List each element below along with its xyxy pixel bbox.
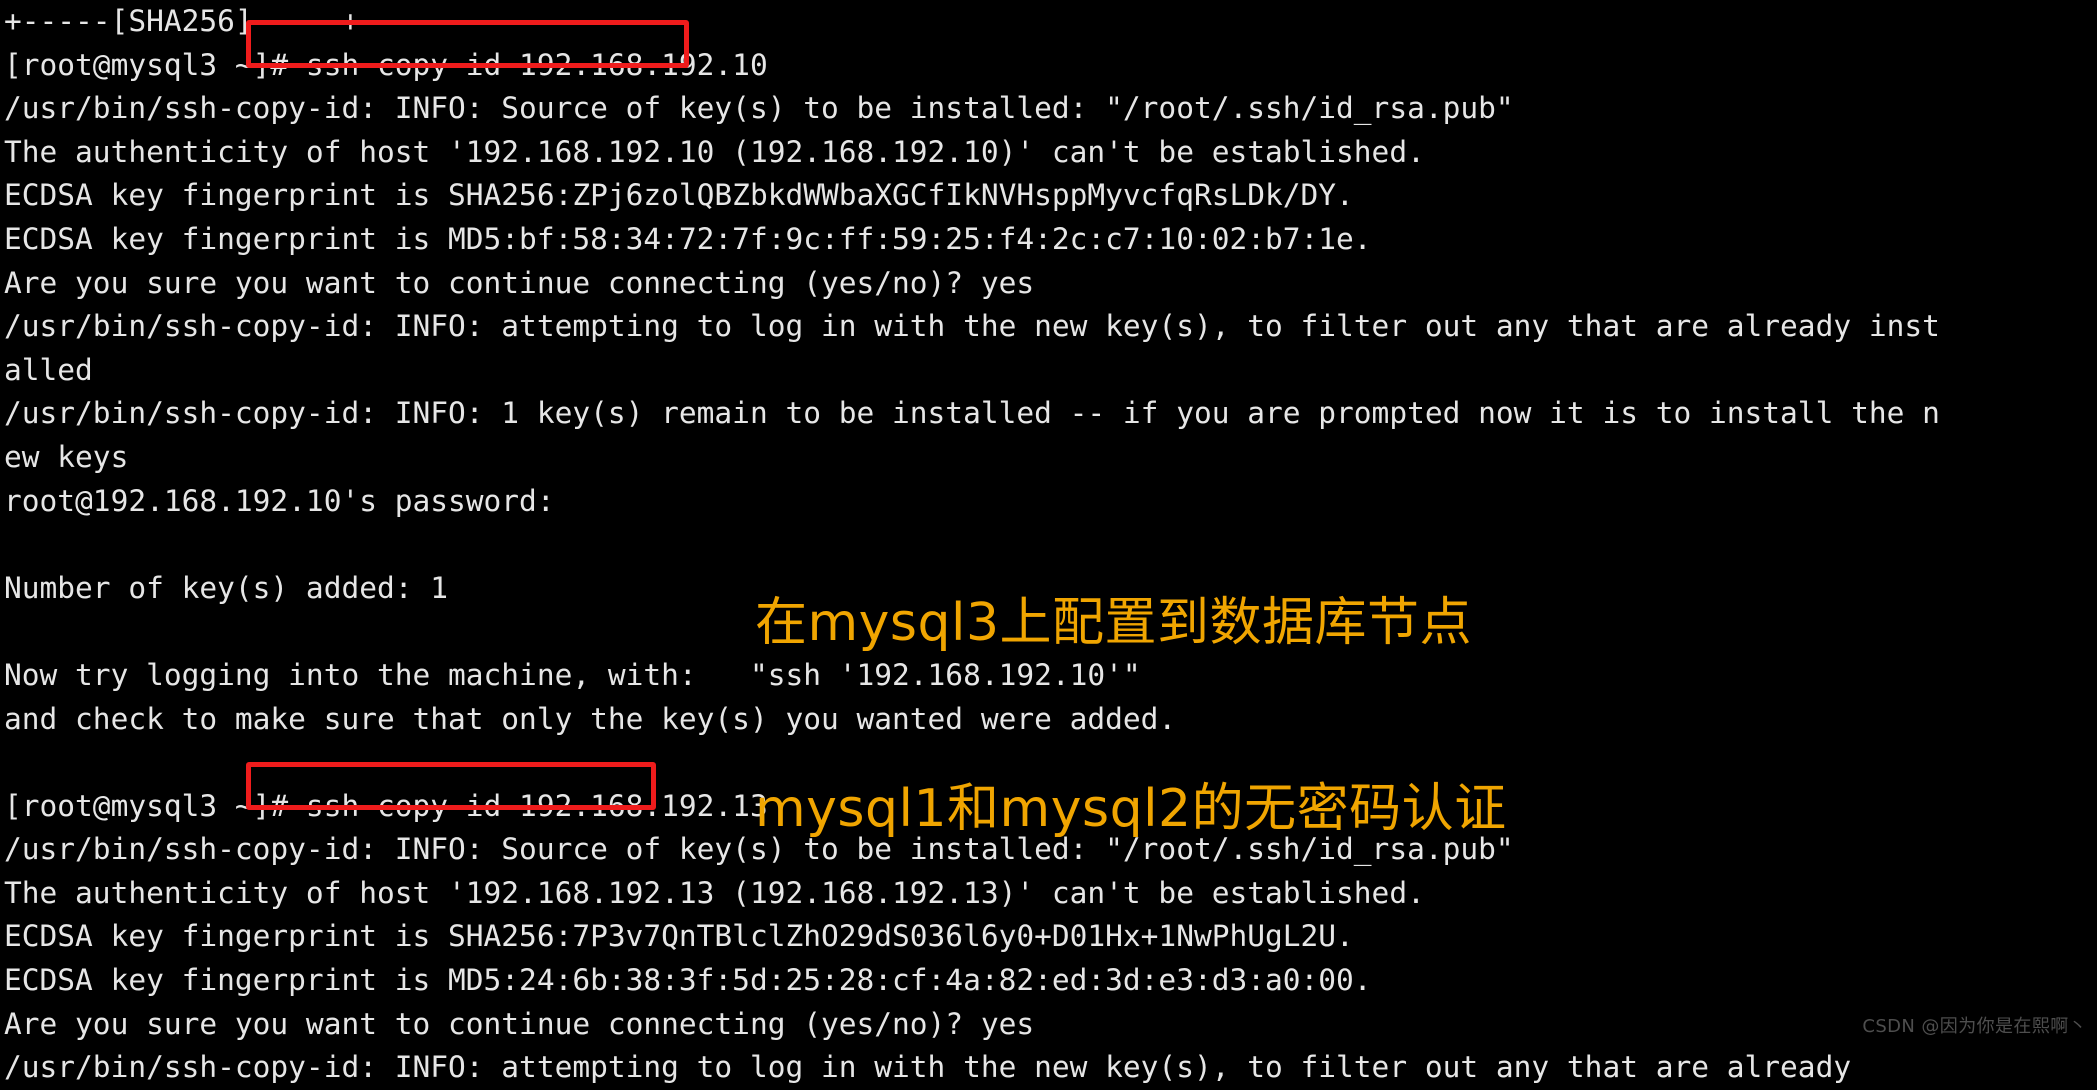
terminal-line: /usr/bin/ssh-copy-id: INFO: attempting t… xyxy=(4,1050,1852,1085)
terminal-line: ECDSA key fingerprint is SHA256:ZPj6zolQ… xyxy=(4,178,1354,213)
terminal-line: [root@mysql3 ~]# ssh-copy-id 192.168.192… xyxy=(4,47,768,82)
terminal-line: /usr/bin/ssh-copy-id: INFO: Source of ke… xyxy=(4,91,1514,126)
terminal-line: Are you sure you want to continue connec… xyxy=(4,265,1035,300)
annotation-line-2: mysql1和mysql2的无密码认证 xyxy=(755,779,1507,839)
terminal-line: +-----[SHA256]-----+ xyxy=(4,4,360,38)
annotation-overlay: 在mysql3上配置到数据库节点 mysql1和mysql2的无密码认证 xyxy=(755,468,1507,902)
terminal-line: alled xyxy=(4,352,93,387)
csdn-watermark: CSDN @因为你是在熙啊丶 xyxy=(1862,1016,2087,1037)
annotation-line-1: 在mysql3上配置到数据库节点 xyxy=(755,593,1473,653)
terminal-line: ECDSA key fingerprint is MD5:24:6b:38:3f… xyxy=(4,963,1372,998)
terminal-line: ECDSA key fingerprint is MD5:bf:58:34:72… xyxy=(4,221,1372,256)
terminal-line: /usr/bin/ssh-copy-id: INFO: attempting t… xyxy=(4,309,1940,344)
terminal-line: /usr/bin/ssh-copy-id: INFO: 1 key(s) rem… xyxy=(4,396,1940,431)
terminal-line: ECDSA key fingerprint is SHA256:7P3v7QnT… xyxy=(4,919,1354,954)
terminal-line: Are you sure you want to continue connec… xyxy=(4,1006,1035,1041)
terminal-line: The authenticity of host '192.168.192.10… xyxy=(4,134,1425,169)
